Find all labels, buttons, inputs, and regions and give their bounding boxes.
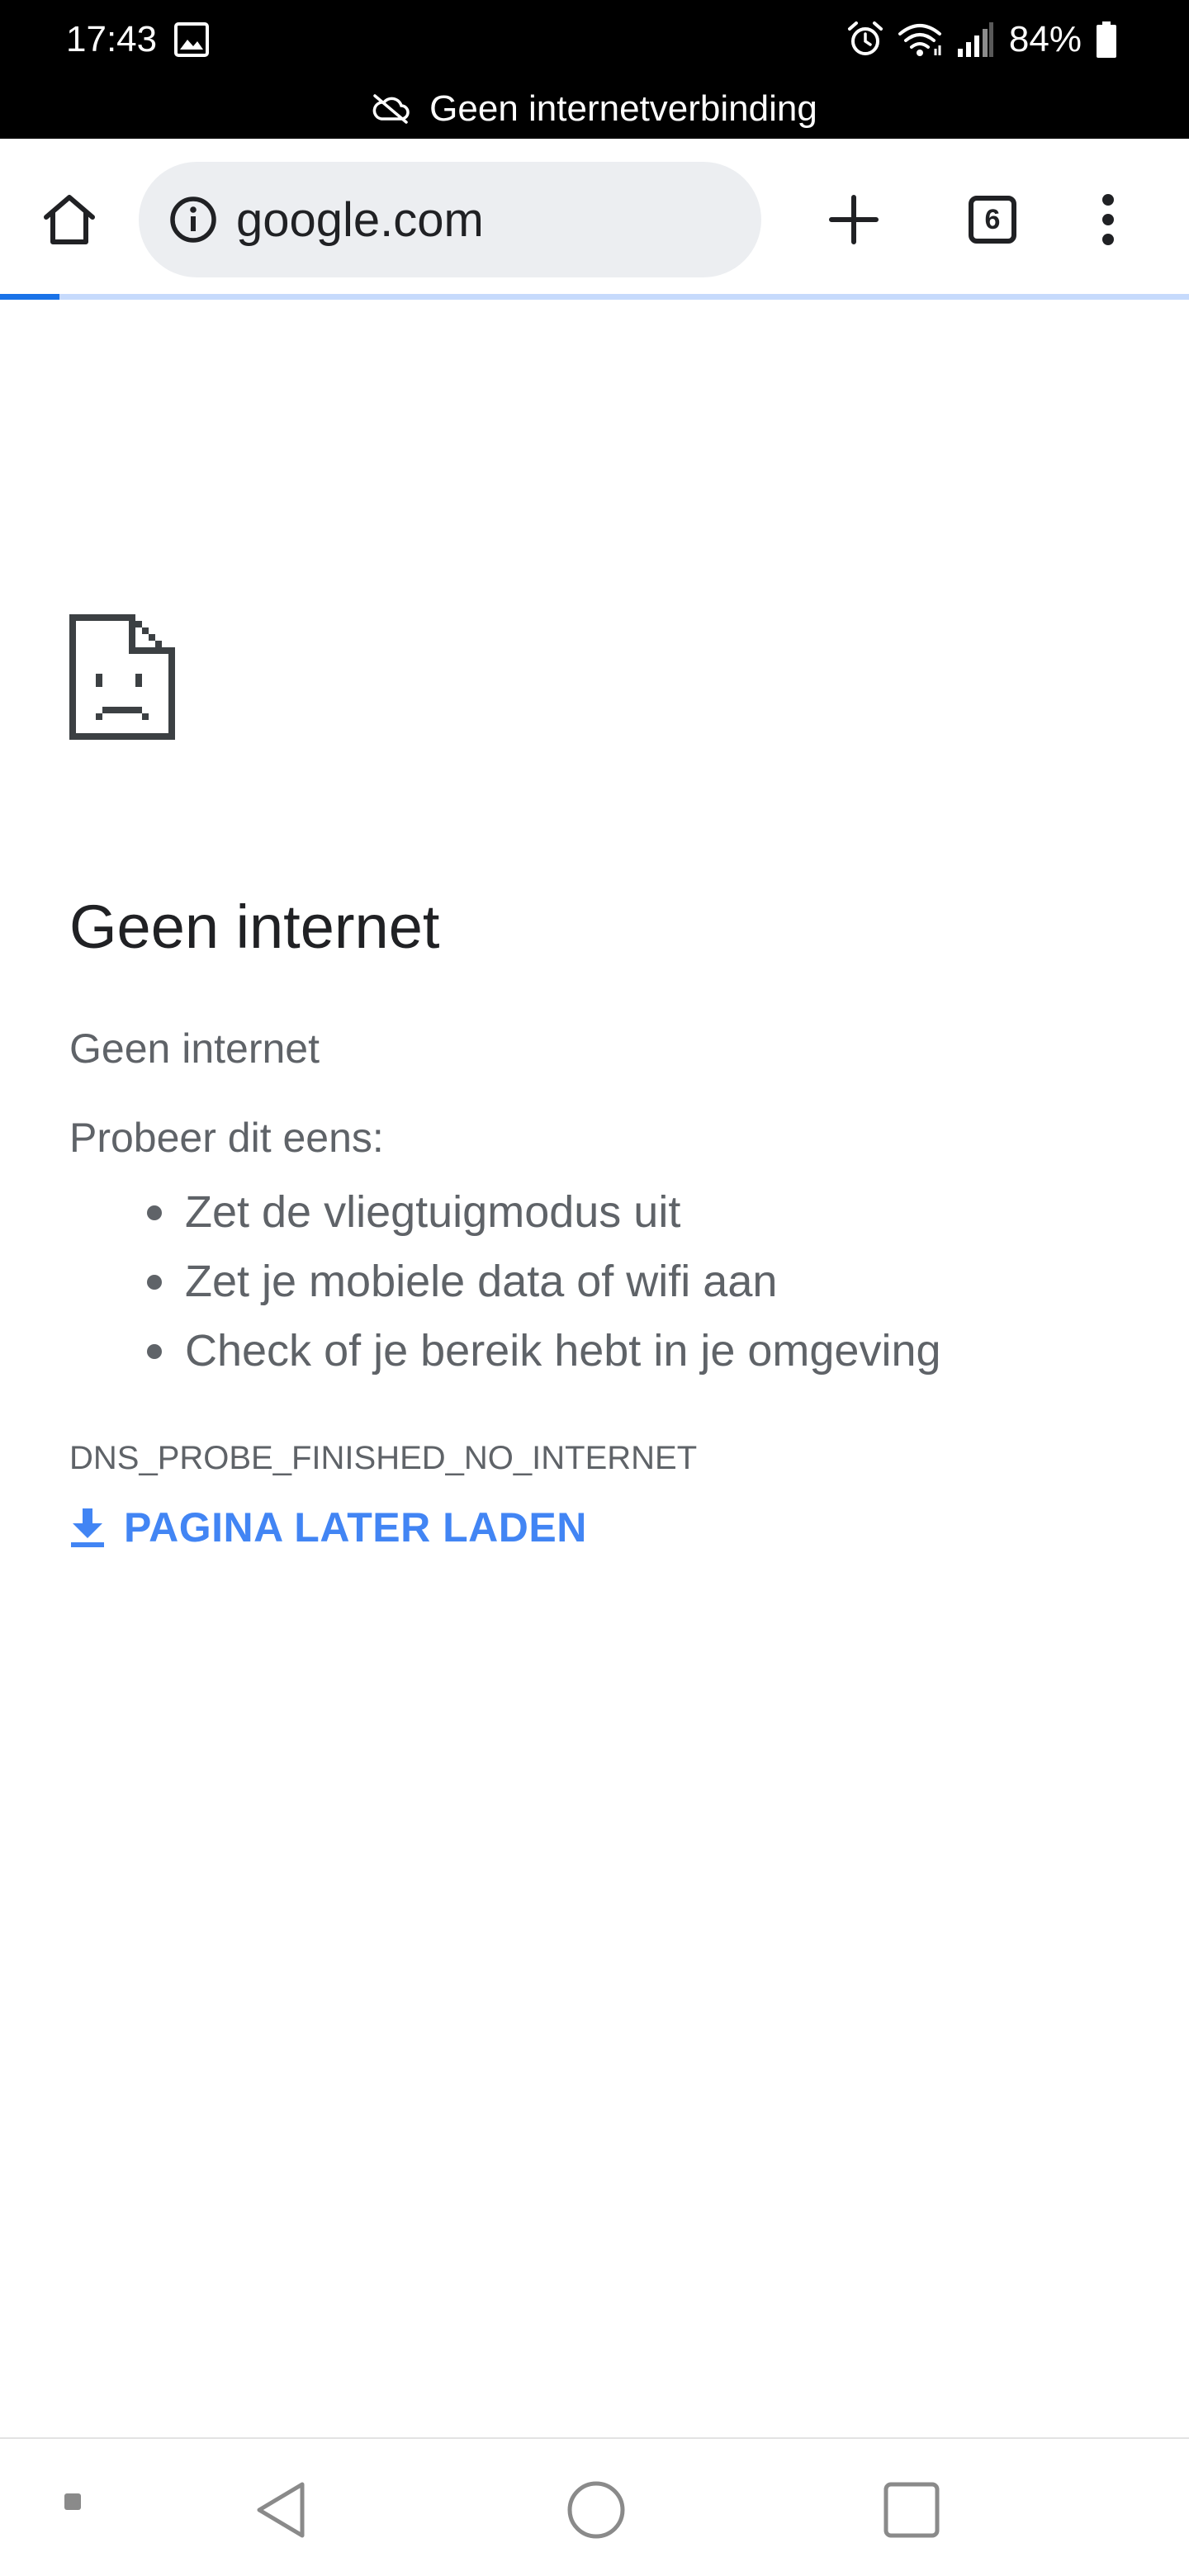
url-text[interactable]: google.com (236, 192, 484, 248)
sad-page-icon (69, 614, 175, 744)
error-code: DNS_PROBE_FINISHED_NO_INTERNET (69, 1440, 698, 1476)
status-indicators: 84% (834, 15, 1118, 64)
bullet-icon (147, 1205, 162, 1220)
nav-dot-button[interactable] (56, 2485, 89, 2518)
signal-icon (957, 22, 993, 57)
new-tab-button[interactable] (812, 178, 895, 261)
suggestions-label: Probeer dit eens: (69, 1115, 384, 1161)
download-later-button[interactable]: PAGINA LATER LADEN (69, 1496, 587, 1559)
wifi-icon (898, 24, 941, 56)
suggestion-item: Check of je bereik hebt in je omgeving (147, 1316, 941, 1385)
page-load-progress (0, 294, 59, 300)
home-icon (44, 195, 95, 244)
recent-apps-icon (883, 2482, 940, 2538)
cloud-off-icon (372, 94, 410, 124)
browser-toolbar: google.com 6 (0, 139, 1189, 297)
gallery-icon (173, 21, 210, 62)
recent-apps-button[interactable] (870, 2469, 953, 2551)
home-button[interactable] (28, 178, 111, 261)
back-icon (257, 2482, 305, 2538)
dot-icon (64, 2493, 81, 2510)
tab-switcher-button[interactable]: 6 (951, 178, 1034, 261)
error-heading: Geen internet (69, 893, 440, 961)
status-time: 17:43 (66, 19, 158, 59)
suggestion-text: Zet de vliegtuigmodus uit (185, 1187, 681, 1237)
suggestion-item: Zet je mobiele data of wifi aan (147, 1247, 941, 1316)
suggestions-list: Zet de vliegtuigmodus uit Zet je mobiele… (147, 1177, 941, 1385)
error-subheading: Geen internet (69, 1025, 320, 1072)
status-bar: 17:43 84% Geen internetverbinding (0, 0, 1189, 139)
download-icon (71, 1508, 104, 1547)
suggestion-text: Zet je mobiele data of wifi aan (185, 1257, 778, 1306)
bullet-icon (147, 1344, 162, 1359)
suggestion-item: Zet de vliegtuigmodus uit (147, 1177, 941, 1247)
back-button[interactable] (239, 2469, 322, 2551)
home-circle-icon (567, 2481, 625, 2539)
system-nav-bar (0, 2437, 1189, 2576)
menu-button[interactable] (1067, 178, 1149, 261)
alarm-icon (847, 21, 883, 55)
offline-banner: Geen internetverbinding (0, 84, 1189, 134)
bullet-icon (147, 1275, 162, 1290)
page-load-progress-track (0, 294, 1189, 300)
suggestion-text: Check of je bereik hebt in je omgeving (185, 1326, 941, 1376)
tab-switcher-icon: 6 (969, 196, 1016, 244)
battery-icon (1097, 21, 1116, 58)
tab-count: 6 (984, 203, 1001, 235)
plus-icon (829, 195, 879, 244)
home-nav-button[interactable] (555, 2469, 637, 2551)
battery-percentage: 84% (1008, 19, 1082, 59)
download-later-label: PAGINA LATER LADEN (124, 1504, 587, 1551)
address-bar[interactable]: google.com (139, 162, 761, 277)
more-vert-icon (1102, 194, 1114, 245)
info-icon[interactable] (168, 195, 218, 244)
offline-text: Geen internetverbinding (429, 88, 817, 129)
